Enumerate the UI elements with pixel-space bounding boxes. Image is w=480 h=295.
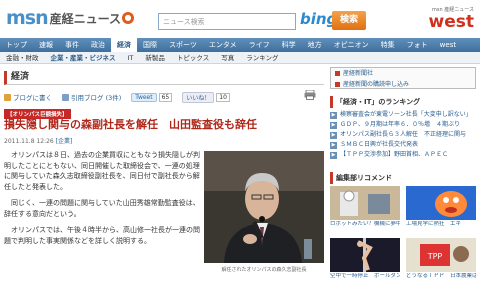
article-headline: 損失隠し関与の森副社長を解任 山田監査役も辞任: [4, 118, 257, 131]
rank-number-icon: ▶: [330, 121, 337, 129]
nav-item[interactable]: 国際: [137, 38, 163, 52]
article-date: 2011.11.8 12:26 [企業]: [4, 136, 72, 145]
blog-label: ブログに書く: [13, 94, 52, 102]
msn-logo: msn: [6, 7, 49, 29]
nav-item[interactable]: トップ: [0, 38, 33, 52]
portrait-image: [204, 151, 324, 263]
nav-item[interactable]: 地方: [302, 38, 328, 52]
pick-item[interactable]: 空中で一時停止 ポールダンス選手権: [330, 238, 400, 286]
promo-label: 産経新聞社: [343, 70, 374, 77]
subnav-item[interactable]: 新製品: [139, 52, 171, 63]
rank-number-icon: ▶: [330, 131, 337, 139]
date-text: 2011.11.8 12:26: [4, 138, 54, 145]
ranking-label: ＧＤＰ、９月期は年率６．０％増 ４期ぶり: [340, 121, 461, 128]
subnav-item[interactable]: ランキング: [240, 52, 284, 63]
ranking-label: ＳＭＢＣ日興が社長交代発表: [340, 141, 419, 148]
category-link[interactable]: [企業]: [56, 138, 73, 145]
paragraph: オリンパスは８日、過去の企業買収にともなう損失隠しが判明したことにともない、同日…: [4, 151, 200, 191]
editor-picks-grid: ロボットみたい？機械に夢中 工場見学に熱狂 エキ 空中で一時停止 ポールダンス選…: [330, 186, 476, 286]
pencil-icon: [4, 93, 11, 101]
sub-nav: 金融・財政 企業・産業・ビジネス IT 新製品 トピックス 写真 ランキング: [0, 52, 480, 64]
rank-number-icon: ▶: [330, 141, 337, 149]
pick-item[interactable]: 工場見学に熱狂 エキ: [406, 186, 476, 234]
ranking-item[interactable]: ▶ ＳＭＢＣ日興が社長交代発表: [330, 140, 476, 150]
sankei-logo-text: 産経ニュース: [49, 11, 122, 26]
rank-number-icon: ▶: [330, 111, 337, 119]
like-button[interactable]: いいね！: [182, 91, 215, 103]
nav-item[interactable]: west: [434, 38, 462, 52]
pick-thumbnail: [330, 238, 400, 272]
ranking-item[interactable]: ▶ 【ＴＰＰ交渉参加】野田首相、ＡＰＥＣ: [330, 150, 476, 160]
main-nav: トップ 速報 事件 政治 経済 国際 スポーツ エンタメ ライフ 科学 地方 オピニオン 特集 フォト we…: [0, 38, 480, 52]
search-input[interactable]: ニュース検索: [158, 13, 296, 30]
like-count: 10: [216, 92, 230, 102]
subnav-item[interactable]: 金融・財政: [0, 52, 45, 63]
nav-item[interactable]: 速報: [33, 38, 59, 52]
subnav-item[interactable]: IT: [122, 52, 140, 63]
tweet-group: Tweet 65: [131, 92, 173, 102]
pick-thumbnail: TPP: [406, 238, 476, 272]
photo-caption: 解任されたオリンパスの森久志副社長: [221, 267, 307, 273]
ranking-label: 検察審査会が東電ソーン社長「大変申し訳ない」: [340, 111, 472, 118]
ranking-label: 【ＴＰＰ交渉参加】野田首相、ＡＰＥＣ: [340, 151, 449, 158]
quote-label: 引用ブログ (3件): [71, 94, 122, 102]
nav-item[interactable]: フォト: [401, 38, 434, 52]
nav-item[interactable]: 政治: [85, 38, 111, 52]
ranking-item[interactable]: ▶ ＧＤＰ、９月期は年率６．０％増 ４期ぶり: [330, 120, 476, 130]
site-header: msn 産経ニュース ● ニュース検索 bing 検索 msn 産経ニュース w…: [0, 0, 480, 38]
section-title: 経済: [4, 71, 324, 85]
search-button[interactable]: 検索: [332, 11, 366, 30]
tweet-button[interactable]: Tweet: [131, 92, 157, 102]
nav-item[interactable]: スポーツ: [163, 38, 203, 52]
ranking-item[interactable]: ▶ オリンパス副社長ら３人解任 不正経理に関与: [330, 130, 476, 140]
share-bar: ブログに書く 引用ブログ (3件) Tweet 65 いいね！ 10: [4, 90, 324, 104]
promo-label: 産経新聞の購読申し込み: [343, 81, 410, 88]
nav-item[interactable]: エンタメ: [203, 38, 243, 52]
ranking-label: オリンパス副社長ら３人解任 不正経理に関与: [340, 131, 467, 138]
quote-blog-link[interactable]: 引用ブログ (3件): [62, 92, 121, 102]
pick-thumbnail: [330, 186, 400, 220]
west-big-label: west: [428, 12, 474, 32]
nav-item[interactable]: オピニオン: [328, 38, 375, 52]
subnav-item[interactable]: トピックス: [171, 52, 215, 63]
rank-number-icon: ▶: [330, 151, 337, 159]
sankei-logo-icon: ●: [122, 12, 135, 24]
article-photo[interactable]: [204, 151, 324, 263]
quote-icon: [62, 93, 69, 101]
pick-caption: どうなるＴＰＰ 日本農業は: [406, 273, 476, 279]
svg-text:TPP: TPP: [427, 252, 443, 261]
pick-thumbnail: [406, 186, 476, 220]
square-bullet-icon: [335, 82, 340, 87]
pick-caption: 空中で一時停止 ポールダンス選手権: [330, 273, 400, 279]
pick-item[interactable]: TPP どうなるＴＰＰ 日本農業は: [406, 238, 476, 286]
pick-caption: ロボットみたい？機械に夢中: [330, 221, 400, 227]
ranking-title: 「経済・IT」のランキング: [330, 96, 476, 108]
paragraph: オリンパスでは、午後４時半から、高山修一社長が一連の問題で判明した事実関係などを…: [4, 226, 200, 245]
nav-item[interactable]: 事件: [59, 38, 85, 52]
nav-item[interactable]: ライフ: [243, 38, 276, 52]
pick-caption: 工場見学に熱狂 エキ: [406, 221, 462, 227]
paragraph: 同じく、一連の問題に関与していた山田秀雄常勤監査役は、辞任する意向だという。: [4, 199, 200, 218]
blog-link[interactable]: ブログに書く: [4, 92, 52, 102]
ranking-item[interactable]: ▶ 検察審査会が東電ソーン社長「大変申し訳ない」: [330, 110, 476, 120]
subnav-item[interactable]: 企業・産業・ビジネス: [45, 52, 122, 63]
ranking-list: ▶ 検察審査会が東電ソーン社長「大変申し訳ない」 ▶ ＧＤＰ、９月期は年率６．０％増 …: [330, 110, 476, 160]
site-logo[interactable]: msn 産経ニュース ●: [6, 6, 135, 30]
editor-picks-title: 編集部リコメンド: [330, 172, 476, 184]
west-logo[interactable]: msn 産経ニュース west: [429, 6, 474, 31]
promo-link[interactable]: 産経新聞社: [331, 68, 475, 79]
pick-item[interactable]: ロボットみたい？機械に夢中: [330, 186, 400, 234]
square-bullet-icon: [335, 71, 340, 76]
nav-item[interactable]: 科学: [276, 38, 302, 52]
article-body: オリンパスは８日、過去の企業買収にともなう損失隠しが判明したことにともない、同日…: [4, 150, 200, 252]
nav-item[interactable]: 経済: [111, 38, 137, 52]
like-group: いいね！ 10: [182, 91, 230, 103]
promo-link[interactable]: 産経新聞の購読申し込み: [331, 79, 475, 90]
nav-item[interactable]: 特集: [375, 38, 401, 52]
tweet-count: 65: [158, 92, 173, 102]
subnav-item[interactable]: 写真: [215, 52, 240, 63]
print-icon[interactable]: [304, 90, 316, 100]
promo-box: 産経新聞社 産経新聞の購読申し込み: [330, 67, 476, 89]
